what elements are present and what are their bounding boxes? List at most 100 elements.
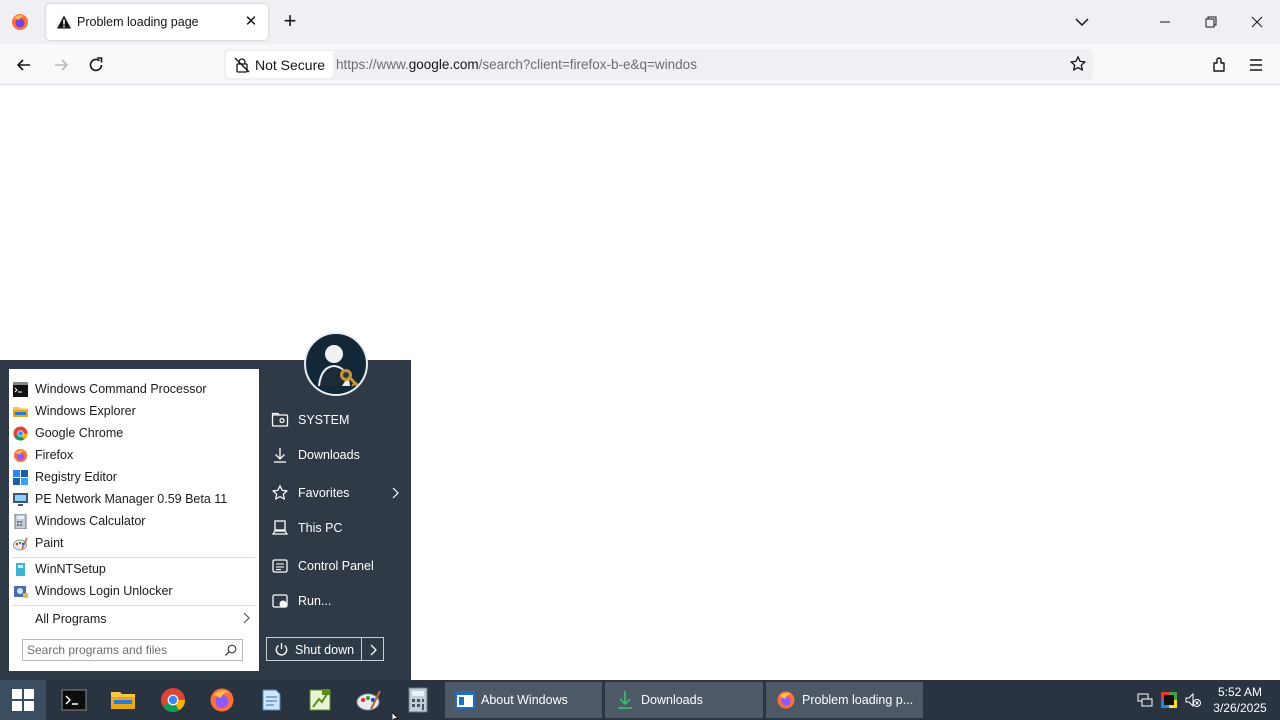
paint-icon: [13, 537, 28, 551]
tab-active[interactable]: Problem loading page ✕: [46, 4, 268, 40]
chevron-right-icon: [370, 644, 377, 656]
start-menu: Windows Command Processor Windows Explor…: [0, 332, 411, 680]
shutdown-options-button[interactable]: [361, 637, 384, 661]
clock-date: 3/26/2025: [1213, 701, 1267, 715]
taskbar-item-downloads[interactable]: Downloads: [605, 682, 763, 718]
program-label: Google Chrome: [35, 426, 124, 440]
close-tab-icon[interactable]: ✕: [242, 13, 260, 31]
place-system[interactable]: SYSTEM: [266, 406, 406, 434]
calculator-icon: [14, 514, 27, 529]
security-indicator[interactable]: Not Secure: [226, 51, 334, 78]
tab-bar: Problem loading page ✕ +: [0, 0, 1280, 44]
user-avatar-icon: [318, 345, 360, 388]
minimize-icon[interactable]: [1156, 13, 1174, 31]
notepad-icon[interactable]: [258, 687, 284, 713]
program-item-calculator[interactable]: Windows Calculator: [9, 510, 259, 532]
place-control-panel[interactable]: Control Panel: [266, 552, 406, 580]
place-label: Favorites: [298, 486, 350, 500]
search-programs-box[interactable]: [22, 639, 243, 661]
folder-icon: [13, 407, 28, 417]
firefox-view-icon[interactable]: [10, 12, 30, 32]
insecure-lock-icon: [234, 57, 250, 73]
back-arrow-icon[interactable]: [14, 55, 34, 75]
user-avatar[interactable]: [304, 332, 368, 396]
programs-panel: Windows Command Processor Windows Explor…: [9, 369, 259, 671]
url-prefix: https://www.: [336, 57, 409, 72]
place-label: SYSTEM: [298, 413, 350, 427]
taskbar-item-label: Downloads: [641, 693, 703, 707]
program-item-winntsetup[interactable]: WinNTSetup: [9, 558, 259, 580]
url-bar[interactable]: Not Secure https://www.google.com/search…: [224, 49, 1093, 80]
program-item-network-manager[interactable]: PE Network Manager 0.59 Beta 11: [9, 488, 259, 510]
chevron-right-icon: [243, 612, 250, 624]
chevron-down-icon[interactable]: [1073, 13, 1091, 31]
firefox-icon[interactable]: [209, 687, 235, 713]
restore-icon[interactable]: [1202, 13, 1220, 31]
program-label: Windows Command Processor: [35, 382, 207, 396]
window-icon: [455, 691, 475, 709]
program-item-chrome[interactable]: Google Chrome: [9, 422, 259, 444]
program-item-paint[interactable]: Paint: [9, 532, 259, 554]
search-icon[interactable]: [224, 643, 238, 657]
place-label: Run...: [298, 594, 332, 608]
windows-logo-icon: [12, 689, 34, 711]
url-text[interactable]: https://www.google.com/search?client=fir…: [336, 57, 697, 72]
not-secure-label: Not Secure: [255, 56, 326, 73]
setup-icon: [16, 563, 25, 576]
control-panel-icon: [272, 559, 288, 573]
shutdown-button[interactable]: Shut down: [266, 637, 362, 661]
color-display-tray-icon[interactable]: [1161, 692, 1177, 708]
place-downloads[interactable]: Downloads: [266, 441, 406, 469]
terminal-icon[interactable]: [61, 687, 87, 713]
download-icon: [274, 448, 286, 463]
bookmark-star-icon[interactable]: [1069, 55, 1087, 73]
program-item-firefox[interactable]: Firefox: [9, 444, 259, 466]
run-icon: [272, 594, 288, 608]
chrome-icon: [13, 426, 28, 441]
unlocker-icon: [14, 586, 28, 598]
file-explorer-icon[interactable]: [110, 687, 136, 713]
extensions-icon[interactable]: [1210, 55, 1230, 75]
taskbar-item-about-windows[interactable]: About Windows: [445, 682, 602, 718]
firefox-icon: [13, 448, 28, 463]
all-programs-label: All Programs: [35, 612, 107, 626]
place-label: This PC: [298, 521, 343, 535]
chrome-icon[interactable]: [160, 687, 186, 713]
network-tray-icon[interactable]: [1137, 692, 1153, 708]
place-run[interactable]: Run...: [266, 587, 406, 615]
reload-icon[interactable]: [86, 55, 106, 75]
all-programs-button[interactable]: All Programs: [9, 608, 259, 630]
program-item-login-unlocker[interactable]: Windows Login Unlocker: [9, 580, 259, 602]
place-favorites[interactable]: Favorites: [266, 479, 406, 507]
paint-icon[interactable]: [356, 687, 382, 713]
chevron-right-icon: [392, 487, 399, 499]
place-label: Control Panel: [298, 559, 374, 573]
program-item-registry[interactable]: Registry Editor: [9, 466, 259, 488]
registry-icon: [13, 470, 28, 485]
forward-arrow-icon[interactable]: [51, 55, 71, 75]
firefox-icon: [777, 691, 795, 709]
program-label: Windows Explorer: [35, 404, 136, 418]
taskbar: About Windows Downloads Problem loading …: [0, 680, 1280, 720]
program-label: Registry Editor: [35, 470, 117, 484]
place-this-pc[interactable]: This PC: [266, 514, 406, 542]
new-tab-button[interactable]: +: [280, 10, 300, 32]
program-label: WinNTSetup: [35, 562, 106, 576]
speaker-muted-icon[interactable]: [1185, 692, 1201, 708]
hamburger-menu-icon[interactable]: [1246, 55, 1266, 75]
program-label: Windows Login Unlocker: [35, 584, 173, 598]
warning-icon: [57, 15, 71, 29]
taskbar-item-firefox[interactable]: Problem loading p...: [766, 682, 923, 718]
program-item-cmd[interactable]: Windows Command Processor: [9, 378, 259, 400]
search-programs-input[interactable]: [27, 642, 217, 658]
program-item-explorer[interactable]: Windows Explorer: [9, 400, 259, 422]
close-window-icon[interactable]: [1248, 13, 1266, 31]
spreadsheet-editor-icon[interactable]: [307, 687, 333, 713]
place-label: Downloads: [298, 448, 360, 462]
user-folder-icon: [271, 412, 289, 427]
shutdown-label: Shut down: [295, 643, 355, 657]
taskbar-clock[interactable]: 5:52 AM 3/26/2025: [1205, 684, 1275, 716]
calculator-icon[interactable]: [405, 687, 431, 713]
start-button[interactable]: [0, 680, 46, 720]
separator: [13, 605, 255, 606]
